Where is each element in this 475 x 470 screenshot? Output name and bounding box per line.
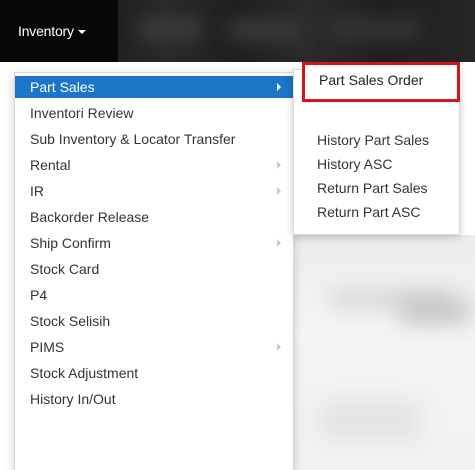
navbar-blurred-item	[140, 18, 200, 40]
inventory-dropdown-menu: Part Sales Inventori Review Sub Inventor…	[14, 72, 294, 470]
top-navbar: Inventory	[0, 0, 475, 62]
menu-item-rental[interactable]: Rental	[15, 152, 293, 178]
menu-item-label: Stock Selisih	[30, 313, 111, 329]
menu-item-stock-card[interactable]: Stock Card	[15, 256, 293, 282]
menu-item-p4[interactable]: P4	[15, 282, 293, 308]
menu-item-stock-adjustment[interactable]: Stock Adjustment	[15, 360, 293, 386]
submenu-item-label: Return Part ASC	[317, 204, 421, 220]
submenu-item-history-asc[interactable]: History ASC	[294, 151, 459, 177]
chevron-right-icon	[277, 83, 281, 91]
menu-item-label: Backorder Release	[30, 209, 150, 225]
menu-item-label: IR	[30, 183, 44, 199]
menu-item-ship-confirm[interactable]: Ship Confirm	[15, 230, 293, 256]
background-blur	[400, 300, 470, 322]
chevron-right-icon	[277, 343, 281, 351]
menu-item-label: Rental	[30, 157, 71, 173]
chevron-right-icon	[277, 239, 281, 247]
nav-menu-label: Inventory	[18, 23, 74, 39]
submenu-item-return-part-asc[interactable]: Return Part ASC	[294, 199, 459, 225]
menu-item-label: History In/Out	[30, 391, 116, 407]
menu-item-label: Part Sales	[30, 79, 95, 95]
menu-item-label: Stock Adjustment	[30, 365, 139, 381]
menu-item-history-in-out[interactable]: History In/Out	[15, 386, 293, 412]
submenu-item-history-part-sales[interactable]: History Part Sales	[294, 127, 459, 153]
menu-item-label: Inventori Review	[30, 105, 134, 121]
caret-down-icon	[77, 30, 86, 34]
menu-item-pims[interactable]: PIMS	[15, 334, 293, 360]
background-blur	[320, 400, 420, 440]
menu-item-backorder-release[interactable]: Backorder Release	[15, 204, 293, 230]
menu-item-ir[interactable]: IR	[15, 178, 293, 204]
navbar-blurred-item	[330, 18, 420, 40]
menu-item-label: Ship Confirm	[30, 235, 111, 251]
menu-item-sub-inventory-locator-transfer[interactable]: Sub Inventory & Locator Transfer	[15, 126, 293, 152]
submenu-item-label: Return Part Sales	[317, 180, 428, 196]
nav-menu-inventory[interactable]: Inventory	[0, 0, 118, 62]
menu-item-label: PIMS	[30, 339, 65, 355]
menu-item-part-sales[interactable]: Part Sales	[15, 76, 293, 98]
menu-item-label: Sub Inventory & Locator Transfer	[30, 131, 236, 147]
menu-item-label: Stock Card	[30, 261, 100, 277]
submenu-item-part-sales-order[interactable]: Part Sales Order	[302, 62, 460, 102]
chevron-right-icon	[277, 187, 281, 195]
menu-item-stock-selisih[interactable]: Stock Selisih	[15, 308, 293, 334]
submenu-item-label: History ASC	[317, 156, 393, 172]
menu-item-inventori-review[interactable]: Inventori Review	[15, 100, 293, 126]
submenu-item-label: Part Sales Order	[319, 72, 424, 88]
menu-item-label: P4	[30, 287, 48, 303]
chevron-right-icon	[277, 161, 281, 169]
submenu-item-return-part-sales[interactable]: Return Part Sales	[294, 175, 459, 201]
submenu-item-label: History Part Sales	[317, 132, 430, 148]
navbar-blurred-item	[230, 20, 300, 40]
